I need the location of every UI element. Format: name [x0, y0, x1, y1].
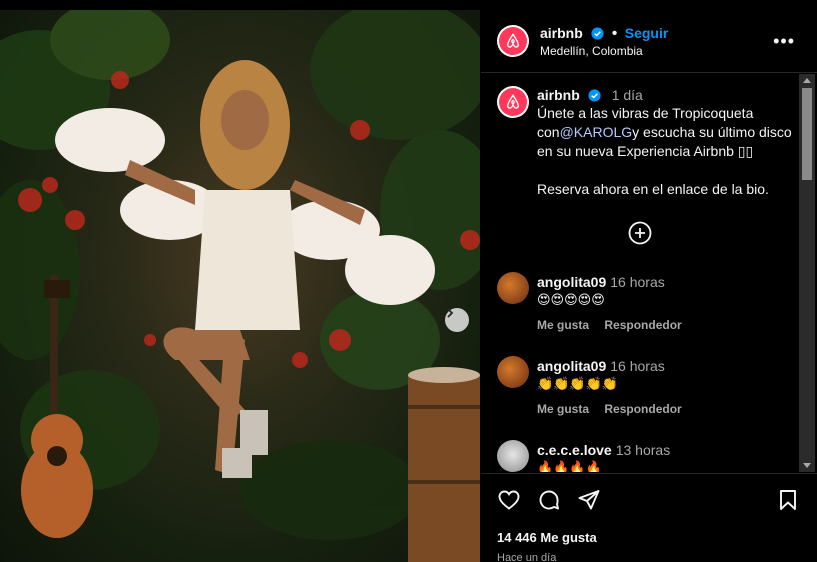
caption-username[interactable]: airbnb [537, 87, 580, 103]
comment-time: 16 horas [610, 274, 665, 290]
more-options-icon[interactable]: ••• [773, 32, 795, 50]
scrollbar-thumb[interactable] [802, 88, 812, 180]
commenter-avatar[interactable] [497, 356, 529, 388]
comment-reply-button[interactable]: Respondedor [604, 318, 681, 332]
post-header: airbnb • Seguir Medellín, Colombia ••• [481, 10, 817, 73]
airbnb-logo-icon [507, 33, 519, 48]
account-avatar[interactable] [497, 25, 529, 57]
caption-avatar[interactable] [497, 86, 529, 118]
photo-artwork [0, 10, 480, 562]
add-comment-icon[interactable] [628, 221, 652, 245]
post-photo[interactable] [0, 10, 480, 562]
comments-scroll-area[interactable]: airbnb 1 día Únete a las vibras de Tropi… [481, 74, 817, 472]
comment-time: 13 horas [615, 442, 671, 458]
scroll-down-arrow-icon[interactable] [803, 463, 811, 468]
scrollbar[interactable] [799, 74, 815, 472]
figure [125, 60, 365, 478]
post-actions: 14 446 Me gusta Hace un día [481, 473, 817, 562]
comment-username[interactable]: c.e.c.e.love 13 horas [537, 442, 670, 458]
comment-reply-button[interactable]: Respondedor [604, 402, 681, 416]
comment-time: 16 horas [610, 358, 665, 374]
post-timestamp: Hace un día [497, 552, 557, 562]
share-icon[interactable] [577, 488, 601, 512]
likes-count[interactable]: 14 446 Me gusta [497, 530, 597, 545]
verified-badge-icon [588, 89, 601, 102]
bookmark-icon[interactable] [776, 488, 800, 512]
caption-time: 1 día [611, 87, 643, 103]
follow-button[interactable]: Seguir [625, 25, 669, 41]
comment-item: angolita09 16 horas 😍😍😍😍😍 Me gusta Respon… [497, 272, 797, 342]
commenter-avatar[interactable] [497, 440, 529, 472]
caption-line-2: Reserva ahora en el enlace de la bio. [537, 181, 769, 197]
comment-item: c.e.c.e.love 13 horas 🔥🔥🔥🔥 [497, 440, 797, 472]
comment-username[interactable]: angolita09 16 horas [537, 274, 665, 290]
next-photo-button[interactable] [445, 308, 469, 332]
heart-icon[interactable] [497, 488, 521, 512]
scroll-up-arrow-icon[interactable] [803, 78, 811, 83]
comment-icon[interactable] [537, 488, 561, 512]
drum [408, 367, 480, 562]
post-location[interactable]: Medellín, Colombia [540, 44, 643, 58]
comment-text: 👏👏👏👏👏 [537, 376, 618, 391]
verified-badge-icon [591, 27, 604, 40]
mention-link[interactable]: @KAROLG [560, 124, 633, 140]
comment-like-button[interactable]: Me gusta [537, 318, 589, 332]
comment-text: 🔥🔥🔥🔥 [537, 460, 602, 472]
caption-text: Únete a las vibras de Tropicoqueta con@K… [537, 104, 799, 199]
header-username[interactable]: airbnb [540, 25, 583, 41]
comment-item: angolita09 16 horas 👏👏👏👏👏 Me gusta Respon… [497, 356, 797, 426]
commenter-avatar[interactable] [497, 272, 529, 304]
comment-like-button[interactable]: Me gusta [537, 402, 589, 416]
airbnb-logo-icon [507, 94, 519, 109]
chevron-right-icon [447, 308, 454, 318]
comment-text: 😍😍😍😍😍 [537, 292, 605, 307]
post-panel: airbnb • Seguir Medellín, Colombia ••• a… [481, 10, 817, 562]
comment-username[interactable]: angolita09 16 horas [537, 358, 665, 374]
